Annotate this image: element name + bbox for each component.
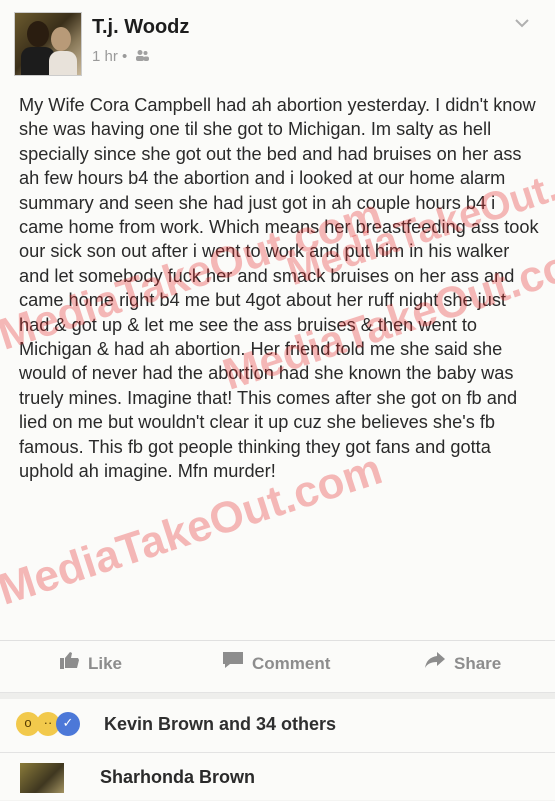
comment-label: Comment xyxy=(252,654,331,673)
share-label: Share xyxy=(454,654,502,673)
thumbs-up-icon xyxy=(60,651,80,674)
post-body-text: My Wife Cora Campbell had ah abortion ye… xyxy=(19,95,539,482)
comment-icon xyxy=(222,651,244,674)
meta-separator: • xyxy=(122,48,128,65)
like-reaction-icon: ✓ xyxy=(56,712,80,736)
post-meta: 1 hr • xyxy=(92,48,150,65)
post-time[interactable]: 1 hr xyxy=(92,48,118,65)
avatar-person-1 xyxy=(27,21,49,47)
share-icon xyxy=(424,651,446,674)
post-actions: Like Comment Share xyxy=(0,640,555,687)
chevron-down-icon[interactable] xyxy=(514,12,530,33)
author-avatar[interactable] xyxy=(14,12,82,76)
author-name[interactable]: T.j. Woodz xyxy=(92,16,189,39)
reactions-text[interactable]: Kevin Brown and 34 others xyxy=(104,714,336,735)
avatar-body-2 xyxy=(49,51,77,75)
post-header: T.j. Woodz 1 hr • xyxy=(14,12,534,78)
avatar-person-2 xyxy=(51,27,71,51)
like-button[interactable]: Like xyxy=(60,651,122,674)
section-divider xyxy=(0,692,555,699)
commenter-avatar[interactable] xyxy=(20,763,64,793)
comment-button[interactable]: Comment xyxy=(222,651,330,674)
comment-item: Sharhonda Brown xyxy=(0,752,555,801)
post-body: My Wife Cora Campbell had ah abortion ye… xyxy=(19,93,541,484)
reactions-summary[interactable]: o ·· ✓ Kevin Brown and 34 others xyxy=(10,710,550,742)
share-button[interactable]: Share xyxy=(424,651,501,674)
like-label: Like xyxy=(88,654,123,673)
post-card: T.j. Woodz 1 hr • My Wife Cora Campbell … xyxy=(0,0,555,800)
commenter-name[interactable]: Sharhonda Brown xyxy=(100,767,255,788)
friends-icon xyxy=(135,49,150,64)
